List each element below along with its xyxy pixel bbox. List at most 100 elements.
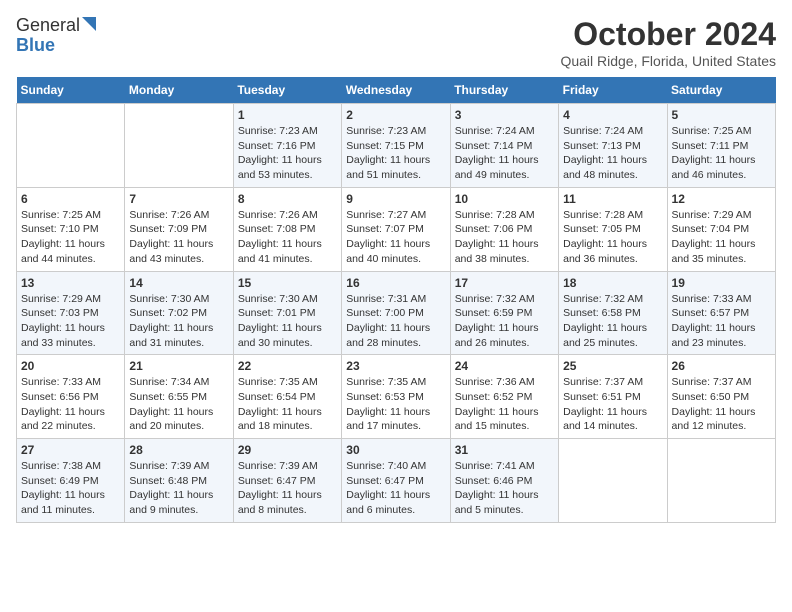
day-number: 15	[238, 276, 337, 290]
column-header-thursday: Thursday	[450, 77, 558, 104]
day-number: 5	[672, 108, 771, 122]
cell-content: Sunrise: 7:40 AM Sunset: 6:47 PM Dayligh…	[346, 459, 445, 518]
calendar-cell: 17 Sunrise: 7:32 AM Sunset: 6:59 PM Dayli…	[450, 271, 558, 355]
calendar-cell	[17, 104, 125, 188]
column-header-wednesday: Wednesday	[342, 77, 450, 104]
day-number: 22	[238, 359, 337, 373]
cell-content: Sunrise: 7:30 AM Sunset: 7:01 PM Dayligh…	[238, 292, 337, 351]
logo: General Blue	[16, 16, 96, 56]
logo-general: General	[16, 15, 80, 35]
day-number: 29	[238, 443, 337, 457]
day-number: 28	[129, 443, 228, 457]
day-number: 23	[346, 359, 445, 373]
calendar-cell: 21 Sunrise: 7:34 AM Sunset: 6:55 PM Dayli…	[125, 355, 233, 439]
cell-content: Sunrise: 7:29 AM Sunset: 7:04 PM Dayligh…	[672, 208, 771, 267]
day-number: 14	[129, 276, 228, 290]
calendar-cell: 4Sunrise: 7:24 AM Sunset: 7:13 PM Daylig…	[559, 104, 667, 188]
cell-content: Sunrise: 7:24 AM Sunset: 7:14 PM Dayligh…	[455, 124, 554, 183]
calendar-cell: 24 Sunrise: 7:36 AM Sunset: 6:52 PM Dayli…	[450, 355, 558, 439]
day-number: 8	[238, 192, 337, 206]
cell-content: Sunrise: 7:32 AM Sunset: 6:59 PM Dayligh…	[455, 292, 554, 351]
day-number: 19	[672, 276, 771, 290]
day-number: 9	[346, 192, 445, 206]
week-row-2: 6 Sunrise: 7:25 AM Sunset: 7:10 PM Daylig…	[17, 187, 776, 271]
week-row-1: 1 Sunrise: 7:23 AM Sunset: 7:16 PM Daylig…	[17, 104, 776, 188]
day-number: 26	[672, 359, 771, 373]
cell-content: Sunrise: 7:29 AM Sunset: 7:03 PM Dayligh…	[21, 292, 120, 351]
cell-content: Sunrise: 7:38 AM Sunset: 6:49 PM Dayligh…	[21, 459, 120, 518]
week-row-5: 27 Sunrise: 7:38 AM Sunset: 6:49 PM Dayli…	[17, 439, 776, 523]
calendar-body: 1 Sunrise: 7:23 AM Sunset: 7:16 PM Daylig…	[17, 104, 776, 523]
logo-blue: Blue	[16, 35, 55, 55]
day-number: 16	[346, 276, 445, 290]
calendar-cell: 13 Sunrise: 7:29 AM Sunset: 7:03 PM Dayli…	[17, 271, 125, 355]
day-number: 3	[455, 108, 554, 122]
column-header-tuesday: Tuesday	[233, 77, 341, 104]
day-number: 1	[238, 108, 337, 122]
cell-content: Sunrise: 7:23 AM Sunset: 7:16 PM Dayligh…	[238, 124, 337, 183]
location-subtitle: Quail Ridge, Florida, United States	[560, 53, 776, 69]
day-number: 27	[21, 443, 120, 457]
cell-content: Sunrise: 7:35 AM Sunset: 6:53 PM Dayligh…	[346, 375, 445, 434]
cell-content: Sunrise: 7:37 AM Sunset: 6:50 PM Dayligh…	[672, 375, 771, 434]
cell-content: Sunrise: 7:25 AM Sunset: 7:11 PM Dayligh…	[672, 124, 771, 183]
page-header: General Blue October 2024 Quail Ridge, F…	[16, 16, 776, 69]
calendar-cell: 3 Sunrise: 7:24 AM Sunset: 7:14 PM Daylig…	[450, 104, 558, 188]
cell-content: Sunrise: 7:36 AM Sunset: 6:52 PM Dayligh…	[455, 375, 554, 434]
day-number: 12	[672, 192, 771, 206]
calendar-cell: 15 Sunrise: 7:30 AM Sunset: 7:01 PM Dayli…	[233, 271, 341, 355]
day-number: 20	[21, 359, 120, 373]
calendar-cell: 12 Sunrise: 7:29 AM Sunset: 7:04 PM Dayli…	[667, 187, 775, 271]
cell-content: Sunrise: 7:32 AM Sunset: 6:58 PM Dayligh…	[563, 292, 662, 351]
title-block: October 2024 Quail Ridge, Florida, Unite…	[560, 16, 776, 69]
day-number: 21	[129, 359, 228, 373]
day-number: 11	[563, 192, 662, 206]
cell-content: Sunrise: 7:28 AM Sunset: 7:05 PM Dayligh…	[563, 208, 662, 267]
calendar-cell: 28 Sunrise: 7:39 AM Sunset: 6:48 PM Dayli…	[125, 439, 233, 523]
cell-content: Sunrise: 7:25 AM Sunset: 7:10 PM Dayligh…	[21, 208, 120, 267]
cell-content: Sunrise: 7:34 AM Sunset: 6:55 PM Dayligh…	[129, 375, 228, 434]
calendar-cell: 25Sunrise: 7:37 AM Sunset: 6:51 PM Dayli…	[559, 355, 667, 439]
cell-content: Sunrise: 7:37 AM Sunset: 6:51 PM Dayligh…	[563, 375, 662, 434]
calendar-cell: 14 Sunrise: 7:30 AM Sunset: 7:02 PM Dayli…	[125, 271, 233, 355]
calendar-cell: 18 Sunrise: 7:32 AM Sunset: 6:58 PM Dayli…	[559, 271, 667, 355]
calendar-cell: 16Sunrise: 7:31 AM Sunset: 7:00 PM Dayli…	[342, 271, 450, 355]
cell-content: Sunrise: 7:24 AM Sunset: 7:13 PM Dayligh…	[563, 124, 662, 183]
logo-arrow-icon	[82, 17, 96, 36]
calendar-header: SundayMondayTuesdayWednesdayThursdayFrid…	[17, 77, 776, 104]
cell-content: Sunrise: 7:39 AM Sunset: 6:47 PM Dayligh…	[238, 459, 337, 518]
calendar-cell: 6 Sunrise: 7:25 AM Sunset: 7:10 PM Daylig…	[17, 187, 125, 271]
cell-content: Sunrise: 7:39 AM Sunset: 6:48 PM Dayligh…	[129, 459, 228, 518]
week-row-4: 20Sunrise: 7:33 AM Sunset: 6:56 PM Dayli…	[17, 355, 776, 439]
cell-content: Sunrise: 7:35 AM Sunset: 6:54 PM Dayligh…	[238, 375, 337, 434]
calendar-cell: 19Sunrise: 7:33 AM Sunset: 6:57 PM Dayli…	[667, 271, 775, 355]
calendar-cell	[125, 104, 233, 188]
day-number: 2	[346, 108, 445, 122]
day-number: 24	[455, 359, 554, 373]
day-number: 17	[455, 276, 554, 290]
calendar-cell: 23 Sunrise: 7:35 AM Sunset: 6:53 PM Dayli…	[342, 355, 450, 439]
day-number: 30	[346, 443, 445, 457]
cell-content: Sunrise: 7:30 AM Sunset: 7:02 PM Dayligh…	[129, 292, 228, 351]
cell-content: Sunrise: 7:23 AM Sunset: 7:15 PM Dayligh…	[346, 124, 445, 183]
calendar-cell	[559, 439, 667, 523]
calendar-cell: 29 Sunrise: 7:39 AM Sunset: 6:47 PM Dayli…	[233, 439, 341, 523]
calendar-cell: 30 Sunrise: 7:40 AM Sunset: 6:47 PM Dayli…	[342, 439, 450, 523]
month-title: October 2024	[560, 16, 776, 53]
column-header-monday: Monday	[125, 77, 233, 104]
cell-content: Sunrise: 7:28 AM Sunset: 7:06 PM Dayligh…	[455, 208, 554, 267]
calendar-table: SundayMondayTuesdayWednesdayThursdayFrid…	[16, 77, 776, 523]
day-number: 18	[563, 276, 662, 290]
calendar-cell: 7Sunrise: 7:26 AM Sunset: 7:09 PM Daylig…	[125, 187, 233, 271]
calendar-cell: 20Sunrise: 7:33 AM Sunset: 6:56 PM Dayli…	[17, 355, 125, 439]
day-number: 6	[21, 192, 120, 206]
column-header-saturday: Saturday	[667, 77, 775, 104]
calendar-cell: 27 Sunrise: 7:38 AM Sunset: 6:49 PM Dayli…	[17, 439, 125, 523]
column-header-friday: Friday	[559, 77, 667, 104]
column-header-sunday: Sunday	[17, 77, 125, 104]
cell-content: Sunrise: 7:26 AM Sunset: 7:08 PM Dayligh…	[238, 208, 337, 267]
cell-content: Sunrise: 7:26 AM Sunset: 7:09 PM Dayligh…	[129, 208, 228, 267]
day-number: 13	[21, 276, 120, 290]
calendar-cell: 10Sunrise: 7:28 AM Sunset: 7:06 PM Dayli…	[450, 187, 558, 271]
calendar-cell: 9Sunrise: 7:27 AM Sunset: 7:07 PM Daylig…	[342, 187, 450, 271]
